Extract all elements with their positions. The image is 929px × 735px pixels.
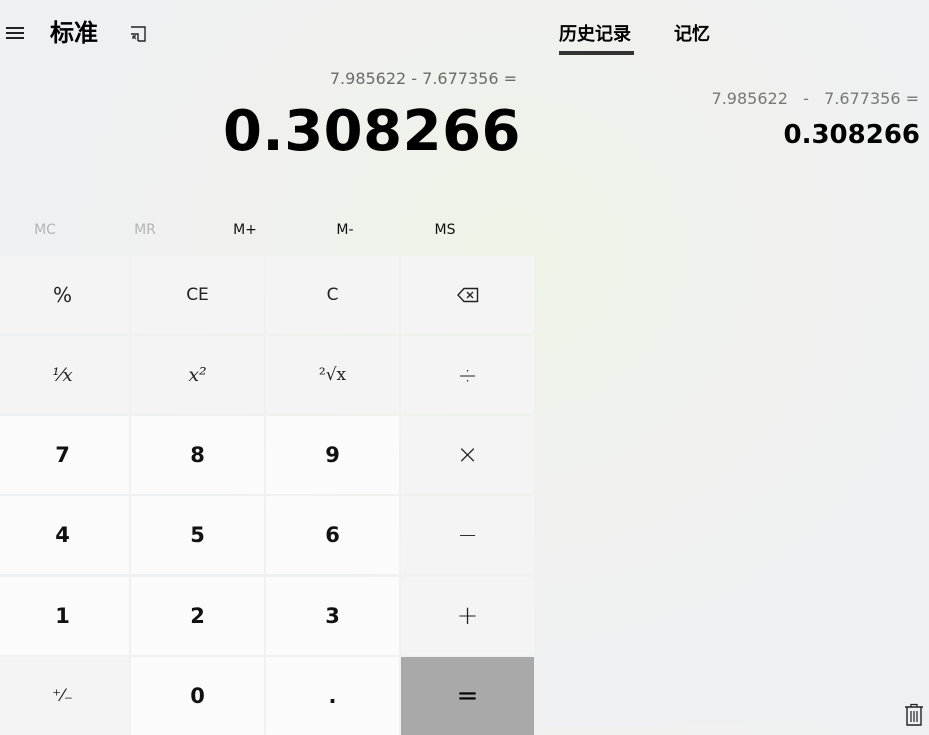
keep-on-top-icon bbox=[131, 26, 146, 42]
decimal-label: . bbox=[328, 684, 337, 708]
digit-6-label: 6 bbox=[325, 523, 340, 547]
clear-entry-label: CE bbox=[186, 285, 209, 305]
clear-history-button[interactable] bbox=[903, 703, 925, 726]
digit-2-label: 2 bbox=[190, 604, 205, 628]
menu-button[interactable] bbox=[4, 22, 28, 44]
decimal-button[interactable]: . bbox=[266, 657, 399, 735]
digit-2-button[interactable]: 2 bbox=[131, 577, 264, 655]
mode-title: 标准 bbox=[50, 19, 98, 47]
keep-on-top-button[interactable] bbox=[128, 24, 148, 44]
memory-add-button[interactable]: M+ bbox=[195, 214, 295, 246]
digit-0-label: 0 bbox=[190, 684, 205, 708]
digit-8-label: 8 bbox=[190, 443, 205, 467]
backspace-button[interactable] bbox=[401, 256, 534, 334]
digit-1-button[interactable]: 1 bbox=[0, 577, 129, 655]
digit-7-button[interactable]: 7 bbox=[0, 416, 129, 494]
square-label: x² bbox=[188, 364, 207, 386]
memory-store-button[interactable]: MS bbox=[395, 214, 495, 246]
digit-6-button[interactable]: 6 bbox=[266, 496, 399, 574]
clear-entry-button[interactable]: CE bbox=[131, 256, 264, 334]
negate-button[interactable]: ⁺⁄₋ bbox=[0, 657, 129, 735]
history-expression[interactable]: 7.985622 - 7.677356 = bbox=[712, 88, 919, 110]
digit-8-button[interactable]: 8 bbox=[131, 416, 264, 494]
history-result[interactable]: 0.308266 bbox=[783, 119, 920, 151]
tab-history[interactable]: 历史记录 bbox=[559, 22, 631, 48]
tab-memory[interactable]: 记忆 bbox=[674, 22, 710, 48]
minus-label: − bbox=[457, 521, 478, 549]
digit-4-label: 4 bbox=[55, 523, 70, 547]
trash-icon bbox=[905, 703, 923, 726]
memory-subtract-button[interactable]: M- bbox=[295, 214, 395, 246]
digit-3-button[interactable]: 3 bbox=[266, 577, 399, 655]
digit-4-button[interactable]: 4 bbox=[0, 496, 129, 574]
equals-button[interactable]: = bbox=[401, 657, 534, 735]
multiply-label: × bbox=[456, 440, 479, 470]
expression-display: 7.985622 - 7.677356 = bbox=[329, 69, 517, 88]
digit-7-label: 7 bbox=[55, 443, 70, 467]
reciprocal-button[interactable]: ¹⁄x bbox=[0, 336, 129, 414]
digit-9-button[interactable]: 9 bbox=[266, 416, 399, 494]
percent-label: % bbox=[52, 283, 72, 307]
memory-clear-button[interactable]: MC bbox=[0, 214, 95, 246]
equals-label: = bbox=[456, 681, 479, 711]
negate-label: ⁺⁄₋ bbox=[52, 686, 73, 706]
memory-recall-button[interactable]: MR bbox=[95, 214, 195, 246]
active-tab-indicator bbox=[559, 51, 634, 55]
clear-label: C bbox=[326, 285, 339, 305]
square-root-label: ²√x bbox=[318, 365, 347, 385]
square-button[interactable]: x² bbox=[131, 336, 264, 414]
backspace-icon bbox=[456, 287, 478, 303]
digit-9-label: 9 bbox=[325, 443, 340, 467]
divide-label: ÷ bbox=[457, 361, 478, 389]
digit-3-label: 3 bbox=[325, 604, 340, 628]
clear-button[interactable]: C bbox=[266, 256, 399, 334]
reciprocal-label: ¹⁄x bbox=[52, 364, 73, 386]
result-display: 0.308266 bbox=[222, 99, 521, 164]
multiply-button[interactable]: × bbox=[401, 416, 534, 494]
digit-0-button[interactable]: 0 bbox=[131, 657, 264, 735]
digit-5-button[interactable]: 5 bbox=[131, 496, 264, 574]
square-root-button[interactable]: ²√x bbox=[266, 336, 399, 414]
digit-5-label: 5 bbox=[190, 523, 205, 547]
plus-button[interactable]: + bbox=[401, 577, 534, 655]
percent-button[interactable]: % bbox=[0, 256, 129, 334]
minus-button[interactable]: − bbox=[401, 496, 534, 574]
digit-1-label: 1 bbox=[55, 604, 70, 628]
divide-button[interactable]: ÷ bbox=[401, 336, 534, 414]
plus-label: + bbox=[456, 601, 479, 631]
